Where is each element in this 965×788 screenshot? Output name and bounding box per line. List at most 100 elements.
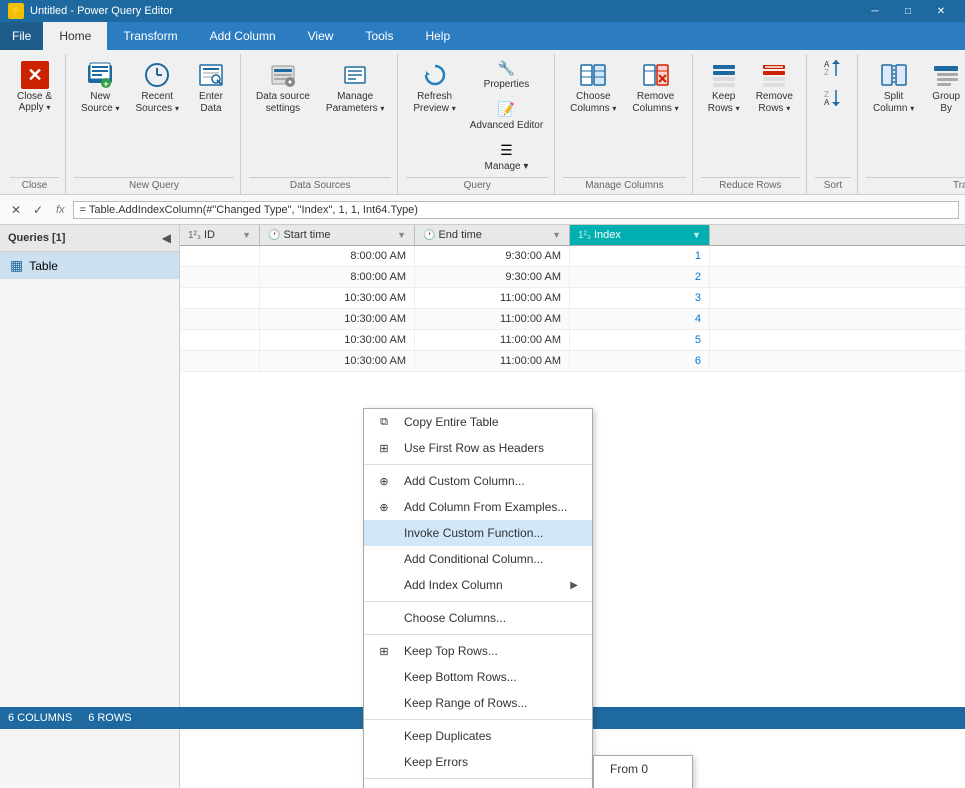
formula-cancel-button[interactable]: ✕ (6, 200, 26, 220)
close-apply-label: Close &Apply ▾ (17, 91, 52, 113)
ribbon-group-close: ✕ Close &Apply ▾ Close (4, 54, 66, 194)
ctx-keep-errors[interactable]: Keep Errors (364, 749, 592, 775)
col-start-sort[interactable]: ▼ (397, 230, 406, 240)
close-apply-icon: ✕ (19, 59, 51, 91)
ctx-sep-4 (364, 719, 592, 720)
cell-id-3 (180, 288, 260, 308)
tab-file[interactable]: File (0, 22, 43, 50)
recent-sources-button[interactable]: RecentSources ▾ (129, 54, 186, 120)
ctx-add-conditional[interactable]: Add Conditional Column... (364, 546, 592, 572)
add-index-arrow-icon: ▶ (570, 580, 578, 591)
window-close-button[interactable]: ✕ (925, 0, 957, 22)
table-row[interactable]: 10:30:00 AM 11:00:00 AM 5 (180, 330, 965, 351)
ctx-keep-bottom[interactable]: Keep Bottom Rows... (364, 664, 592, 690)
ctx-use-first-row[interactable]: ⊞ Use First Row as Headers (364, 435, 592, 461)
col-header-start-time[interactable]: 🕐 Start time ▼ (260, 225, 415, 245)
manage-button[interactable]: ☰ Manage ▾ (465, 136, 548, 175)
ctx-add-index[interactable]: Add Index Column ▶ (364, 572, 592, 598)
minimize-button[interactable]: ─ (859, 0, 891, 22)
ribbon-group-manage-columns: ChooseColumns ▾ RemoveColumns ▾ (557, 54, 693, 194)
refresh-preview-button[interactable]: RefreshPreview ▾ (406, 54, 462, 120)
sort-desc-button[interactable]: Z A (815, 84, 851, 112)
tab-home[interactable]: Home (43, 22, 107, 50)
ctx-invoke-custom[interactable]: Invoke Custom Function... (364, 520, 592, 546)
ctx-choose-cols[interactable]: Choose Columns... (364, 605, 592, 631)
main-content: Queries [1] ◀ ▦ Table 1²₃ ID ▼ 🕐 Start t… (0, 225, 965, 788)
col-start-label: Start time (283, 229, 330, 241)
ctx-sep-5 (364, 778, 592, 779)
formula-buttons: ✕ ✓ (6, 200, 48, 220)
table-row[interactable]: 8:00:00 AM 9:30:00 AM 2 (180, 267, 965, 288)
cell-end-1: 9:30:00 AM (415, 246, 570, 266)
ctx-add-col-examples[interactable]: ⊕ Add Column From Examples... (364, 494, 592, 520)
submenu-from-0[interactable]: From 0 (594, 756, 692, 782)
ctx-keep-dupes[interactable]: Keep Duplicates (364, 723, 592, 749)
group-by-icon (930, 59, 962, 91)
tab-tools[interactable]: Tools (349, 22, 409, 50)
split-column-icon (878, 59, 910, 91)
table-row[interactable]: 10:30:00 AM 11:00:00 AM 3 (180, 288, 965, 309)
maximize-button[interactable]: □ (892, 0, 924, 22)
enter-data-button[interactable]: EnterData (188, 54, 234, 120)
cell-id-2 (180, 267, 260, 287)
sort-asc-button[interactable]: A Z (815, 54, 851, 82)
collapse-panel-button[interactable]: ◀ (162, 231, 171, 245)
formula-apply-button[interactable]: ✓ (28, 200, 48, 220)
split-column-button[interactable]: SplitColumn ▾ (866, 54, 921, 120)
query-buttons: RefreshPreview ▾ 🔧 Properties 📝 Advanced… (406, 54, 548, 175)
ctx-use-first-row-label: Use First Row as Headers (404, 441, 544, 455)
col-header-id[interactable]: 1²₃ ID ▼ (180, 225, 260, 245)
tab-add-column[interactable]: Add Column (194, 22, 292, 50)
table-row[interactable]: 10:30:00 AM 11:00:00 AM 4 (180, 309, 965, 330)
app-icon: ⚡ (8, 3, 24, 19)
recent-sources-icon (141, 59, 173, 91)
query-item-table[interactable]: ▦ Table (0, 252, 179, 279)
col-header-index[interactable]: 1²₃ Index ▼ (570, 225, 710, 245)
tab-transform[interactable]: Transform (107, 22, 193, 50)
ribbon-group-sort: A Z Z A (809, 54, 858, 194)
advanced-editor-button[interactable]: 📝 Advanced Editor (465, 95, 548, 134)
transform-group-label: Transform (866, 177, 965, 194)
close-apply-button[interactable]: ✕ Close &Apply ▾ (10, 54, 59, 118)
cell-start-4: 10:30:00 AM (260, 309, 415, 329)
properties-button[interactable]: 🔧 Properties (465, 54, 548, 93)
table-row[interactable]: 8:00:00 AM 9:30:00 AM 1 (180, 246, 965, 267)
ctx-keep-errors-label: Keep Errors (404, 755, 468, 769)
app-title: Untitled - Power Query Editor (30, 5, 859, 17)
submenu-from-1[interactable]: From 1 (594, 782, 692, 788)
col-end-sort[interactable]: ▼ (552, 230, 561, 240)
reduce-rows-buttons: KeepRows ▾ RemoveRows ▾ (701, 54, 800, 175)
transform-buttons: SplitColumn ▾ GroupBy D (866, 54, 965, 175)
ctx-add-custom-col[interactable]: ⊕ Add Custom Column... (364, 468, 592, 494)
table-row[interactable]: 10:30:00 AM 11:00:00 AM 6 (180, 351, 965, 372)
manage-parameters-button[interactable]: ManageParameters ▾ (319, 54, 391, 120)
remove-columns-icon (640, 59, 672, 91)
remove-columns-button[interactable]: RemoveColumns ▾ (625, 54, 685, 120)
ctx-choose-cols-label: Choose Columns... (404, 611, 506, 625)
group-by-button[interactable]: GroupBy (923, 54, 965, 120)
cell-index-5: 5 (570, 330, 710, 350)
remove-rows-icon (758, 59, 790, 91)
status-columns: 6 COLUMNS (8, 712, 72, 724)
choose-columns-button[interactable]: ChooseColumns ▾ (563, 54, 623, 120)
col-header-end-time[interactable]: 🕐 End time ▼ (415, 225, 570, 245)
remove-columns-label: RemoveColumns ▾ (632, 91, 678, 115)
ctx-keep-top[interactable]: ⊞ Keep Top Rows... (364, 638, 592, 664)
formula-input[interactable] (73, 201, 959, 219)
choose-columns-label: ChooseColumns ▾ (570, 91, 616, 115)
add-col-examples-icon: ⊕ (374, 497, 394, 517)
advanced-editor-icon: 📝 (495, 98, 517, 120)
col-index-sort[interactable]: ▼ (692, 230, 701, 240)
tab-help[interactable]: Help (409, 22, 466, 50)
ctx-copy-table[interactable]: ⧉ Copy Entire Table (364, 409, 592, 435)
new-source-button[interactable]: + NewSource ▾ (74, 54, 126, 120)
col-id-sort[interactable]: ▼ (242, 230, 251, 240)
ctx-remove-top[interactable]: ✂ Remove Top Rows... (364, 782, 592, 788)
remove-rows-button[interactable]: RemoveRows ▾ (749, 54, 800, 120)
tab-view[interactable]: View (292, 22, 350, 50)
ctx-add-custom-col-label: Add Custom Column... (404, 474, 525, 488)
ribbon-group-new-query: + NewSource ▾ RecentSources ▾ (68, 54, 241, 194)
ctx-keep-range[interactable]: Keep Range of Rows... (364, 690, 592, 716)
keep-rows-button[interactable]: KeepRows ▾ (701, 54, 747, 120)
data-source-settings-button[interactable]: Data sourcesettings (249, 54, 317, 120)
